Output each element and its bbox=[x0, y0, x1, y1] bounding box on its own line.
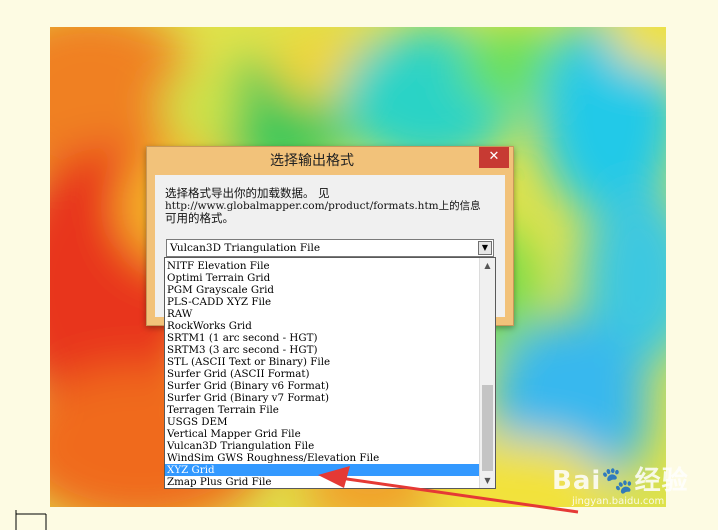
list-item[interactable]: USGS DEM bbox=[165, 416, 479, 428]
list-item[interactable]: Surfer Grid (Binary v6 Format) bbox=[165, 380, 479, 392]
list-item[interactable]: PLS-CADD XYZ File bbox=[165, 296, 479, 308]
list-item[interactable]: Vulcan3D Triangulation File bbox=[165, 440, 479, 452]
scroll-down-icon[interactable]: ▼ bbox=[480, 473, 495, 488]
description-line-1: 选择格式导出你的加载数据。 见 bbox=[165, 186, 330, 200]
baidu-logo: Bai🐾经验 bbox=[552, 466, 689, 496]
list-item[interactable]: WindSim GWS Roughness/Elevation File bbox=[165, 452, 479, 464]
list-item[interactable]: RockWorks Grid bbox=[165, 320, 479, 332]
dropdown-scrollbar[interactable]: ▲ ▼ bbox=[479, 258, 495, 488]
baidu-url: jingyan.baidu.com bbox=[572, 496, 665, 507]
baidu-watermark: Bai🐾经验 jingyan.baidu.com bbox=[548, 458, 718, 530]
list-item[interactable]: STL (ASCII Text or Binary) File bbox=[165, 356, 479, 368]
dialog-title: 选择输出格式 bbox=[270, 153, 354, 169]
list-item[interactable]: Optimi Terrain Grid bbox=[165, 272, 479, 284]
combobox-selected-value: Vulcan3D Triangulation File bbox=[170, 242, 321, 254]
scroll-up-icon[interactable]: ▲ bbox=[480, 258, 495, 273]
list-item[interactable]: Zmap Plus Grid File bbox=[165, 476, 479, 488]
list-item[interactable]: RAW bbox=[165, 308, 479, 320]
list-item[interactable]: PGM Grayscale Grid bbox=[165, 284, 479, 296]
list-item[interactable]: Surfer Grid (ASCII Format) bbox=[165, 368, 479, 380]
list-item[interactable]: Surfer Grid (Binary v7 Format) bbox=[165, 392, 479, 404]
corner-bracket bbox=[15, 510, 47, 530]
dialog-description: 选择格式导出你的加载数据。 见 http://www.globalmapper.… bbox=[165, 187, 505, 224]
format-list-items: NITF Elevation File Optimi Terrain Grid PG… bbox=[165, 260, 479, 488]
list-item[interactable]: NITF Elevation File bbox=[165, 260, 479, 272]
list-item[interactable]: SRTM1 (1 arc second - HGT) bbox=[165, 332, 479, 344]
close-icon: ✕ bbox=[488, 149, 500, 164]
chevron-down-icon[interactable]: ▼ bbox=[478, 241, 492, 255]
list-item-selected[interactable]: XYZ Grid bbox=[165, 464, 479, 476]
scrollbar-thumb[interactable] bbox=[482, 385, 493, 471]
list-item[interactable]: SRTM3 (3 arc second - HGT) bbox=[165, 344, 479, 356]
list-item[interactable]: Vertical Mapper Grid File bbox=[165, 428, 479, 440]
format-combobox[interactable]: Vulcan3D Triangulation File ▼ bbox=[166, 239, 494, 257]
list-item[interactable]: Terragen Terrain File bbox=[165, 404, 479, 416]
description-line-3: 可用的格式。 bbox=[165, 211, 234, 225]
close-button[interactable]: ✕ bbox=[479, 147, 509, 168]
format-dropdown-list[interactable]: NITF Elevation File Optimi Terrain Grid PG… bbox=[164, 257, 496, 489]
